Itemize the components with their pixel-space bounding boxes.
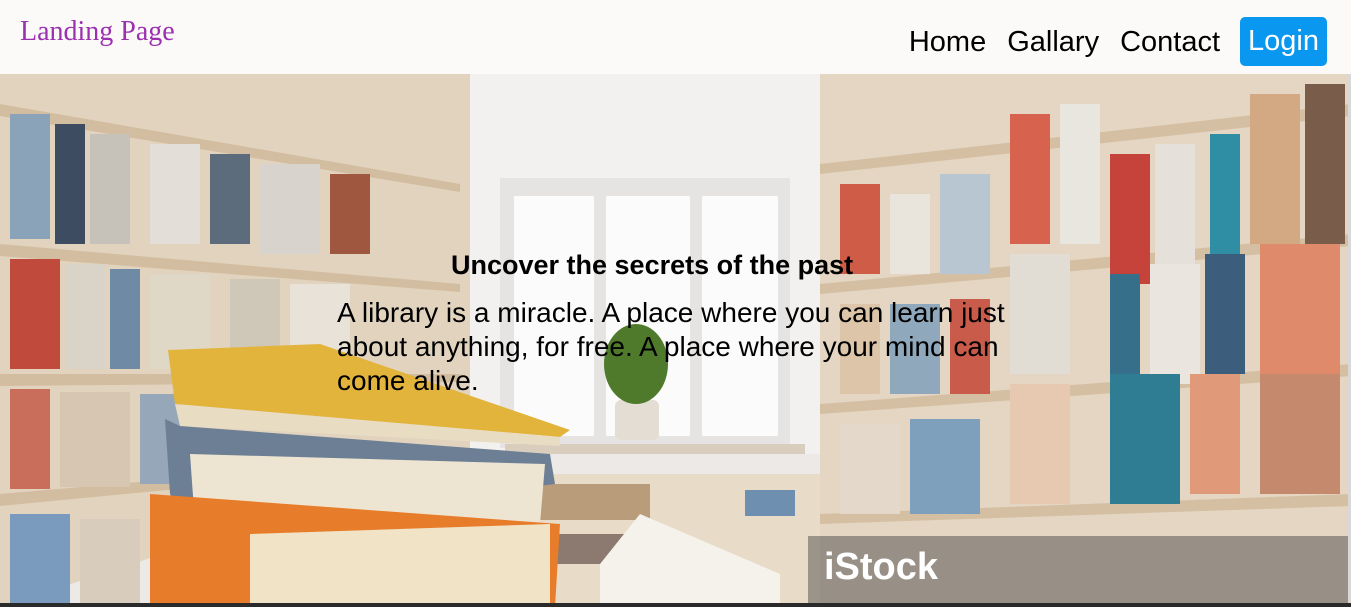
istock-watermark: iStock <box>808 536 1351 607</box>
nav-gallary-link[interactable]: Gallary <box>1007 18 1099 66</box>
istock-logo: iStock <box>824 546 939 588</box>
bottom-strip <box>0 603 1351 607</box>
nav-contact-link[interactable]: Contact <box>1120 18 1220 66</box>
navbar: Landing Page Home Gallary Contact Login <box>0 0 1351 74</box>
nav-home-link[interactable]: Home <box>909 18 986 66</box>
hero-title: Uncover the secrets of the past <box>451 250 854 280</box>
hero-section: Uncover the secrets of the past A librar… <box>0 74 1351 607</box>
hero-text: A library is a miracle. A place where yo… <box>337 297 1005 396</box>
nav-links: Home Gallary Contact Login <box>888 17 1327 66</box>
login-button[interactable]: Login <box>1240 17 1327 66</box>
brand-link[interactable]: Landing Page <box>20 16 175 48</box>
